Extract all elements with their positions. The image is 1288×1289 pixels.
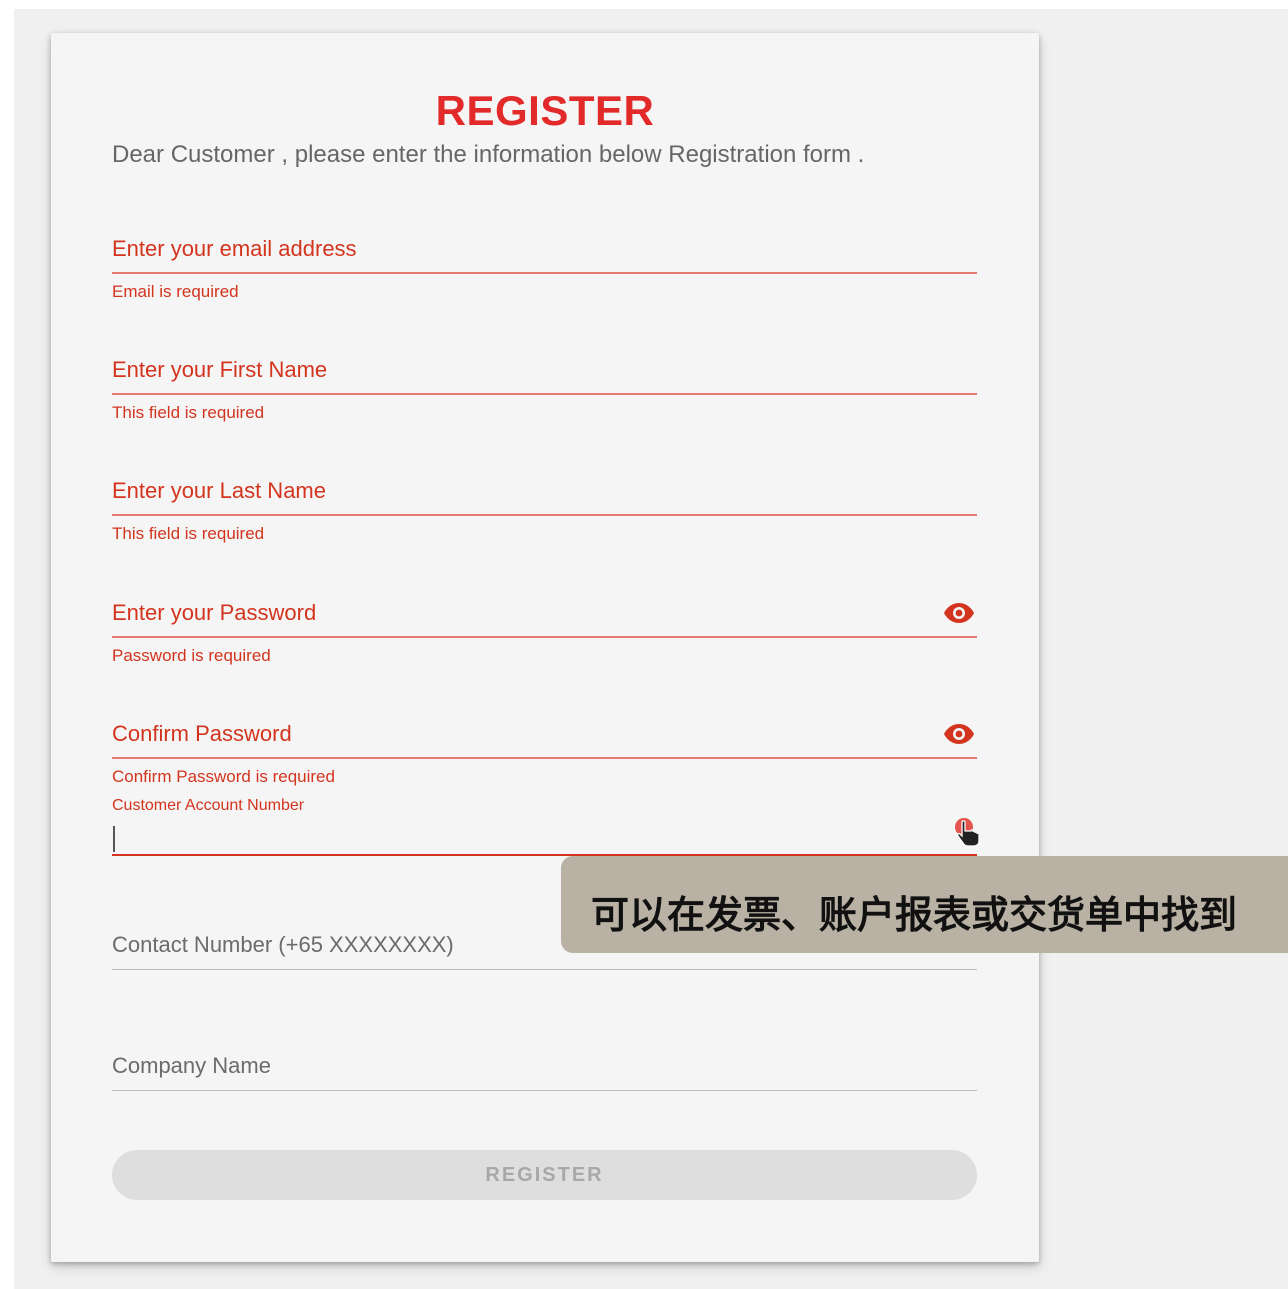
tooltip: 可以在发票、账户报表或交货单中找到	[561, 856, 1288, 953]
eye-icon[interactable]	[943, 723, 975, 745]
company-name-label: Company Name	[112, 1053, 271, 1078]
intro-text: Dear Customer , please enter the informa…	[112, 141, 865, 168]
page-title: REGISTER	[435, 87, 655, 134]
contact-number-underline	[112, 969, 977, 970]
last-name-field[interactable]: Enter your Last Name This field is requi…	[112, 474, 977, 554]
email-label: Enter your email address	[112, 236, 357, 261]
account-number-input[interactable]	[112, 820, 977, 856]
password-field[interactable]: Enter your Password Password is required	[112, 596, 977, 676]
eye-icon[interactable]	[943, 602, 975, 624]
confirm-password-error: Confirm Password is required	[112, 767, 335, 786]
confirm-password-label: Confirm Password	[112, 721, 292, 746]
last-name-error: This field is required	[112, 524, 265, 543]
register-button[interactable]: REGISTER	[112, 1150, 977, 1200]
last-name-label: Enter your Last Name	[112, 478, 326, 503]
confirm-password-underline	[112, 757, 977, 759]
password-error: Password is required	[112, 646, 271, 665]
first-name-underline	[112, 393, 977, 395]
text-cursor	[113, 826, 115, 852]
email-error: Email is required	[112, 282, 239, 301]
password-label: Enter your Password	[112, 600, 317, 625]
confirm-password-field[interactable]: Confirm Password Confirm Password is req…	[112, 717, 977, 795]
first-name-field[interactable]: Enter your First Name This field is requ…	[112, 353, 977, 433]
first-name-error: This field is required	[112, 403, 265, 422]
account-number-label: Customer Account Number	[112, 797, 305, 814]
company-name-field[interactable]: Company Name	[112, 1049, 977, 1094]
contact-number-label: Contact Number (+65 XXXXXXXX)	[112, 932, 454, 957]
email-field[interactable]: Enter your email address Email is requir…	[112, 232, 977, 312]
first-name-label: Enter your First Name	[112, 357, 328, 382]
hand-pointer-icon	[955, 818, 980, 847]
password-underline	[112, 636, 977, 638]
last-name-underline	[112, 514, 977, 516]
company-name-underline	[112, 1090, 977, 1091]
email-underline	[112, 272, 977, 274]
